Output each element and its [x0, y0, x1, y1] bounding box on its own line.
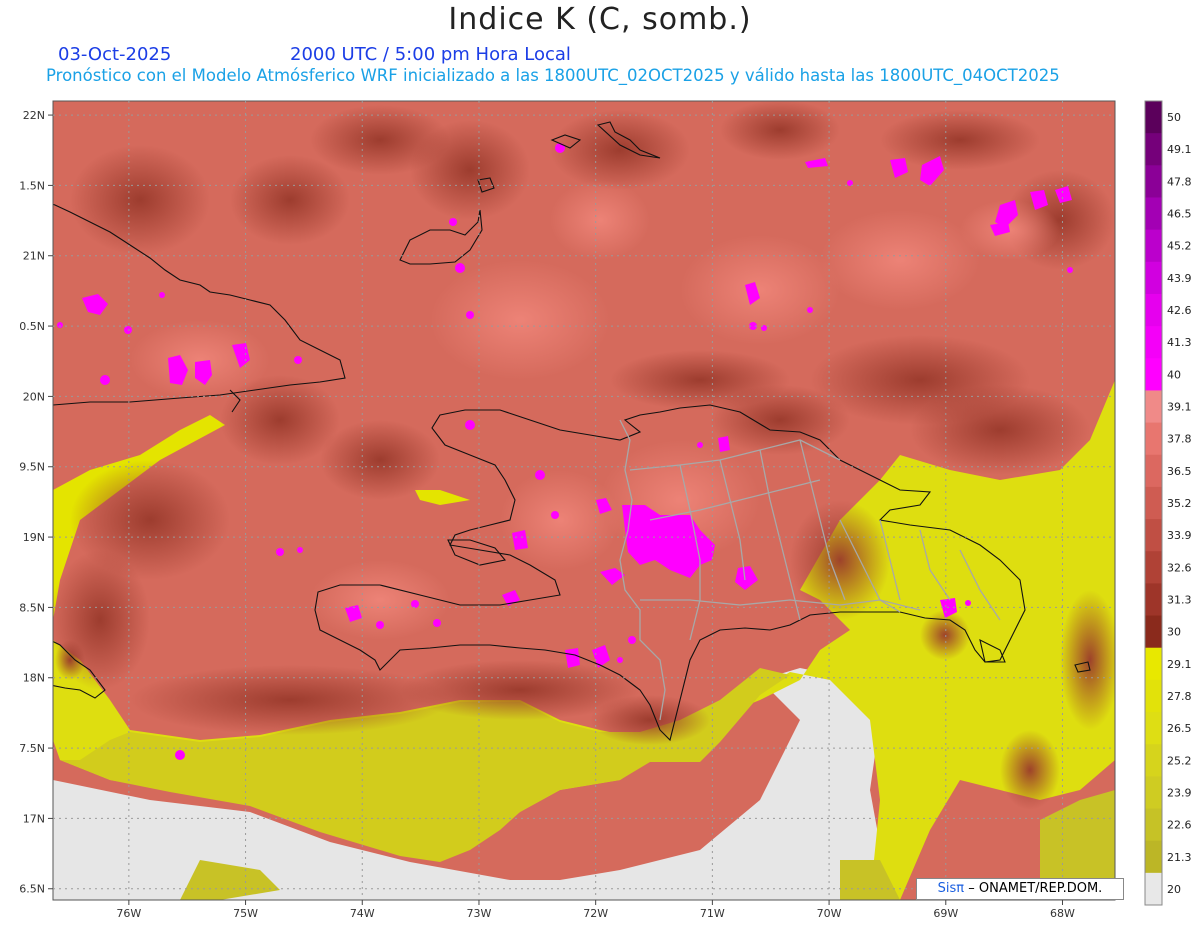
lat-tick-label: 9.5N	[19, 461, 45, 474]
colorbar-bin	[1145, 454, 1162, 488]
lon-tick-label: 70W	[817, 907, 842, 920]
colorbar-bin	[1145, 422, 1162, 456]
lat-tick-label: 1.5N	[19, 179, 45, 192]
lon-tick-label: 72W	[583, 907, 608, 920]
lon-tick-label: 74W	[350, 907, 375, 920]
map-figure: 76W 75W 74W 73W 72W 71W 70W 69W 68W 22N 1.5N 21N 0.…	[19, 100, 1192, 920]
colorbar-label: 27.8	[1167, 690, 1192, 703]
colorbar-label: 40	[1167, 368, 1181, 381]
lat-tick-label: 8.5N	[19, 601, 45, 614]
colorbar-bin	[1145, 261, 1162, 295]
latitude-labels: 22N 1.5N 21N 0.5N 20N 9.5N 19N 8.5N 18N 7.5N 17N 6.…	[19, 109, 53, 896]
lat-tick-label: 22N	[23, 109, 45, 122]
colorbar-label: 41.3	[1167, 336, 1192, 349]
colorbar-label: 21.3	[1167, 851, 1192, 864]
colorbar-bin	[1145, 551, 1162, 584]
colorbar-label: 25.2	[1167, 754, 1192, 767]
colorbar-bin	[1145, 101, 1162, 134]
sispi-logo: Sisπ	[937, 881, 965, 896]
colorbar-label: 50	[1167, 111, 1181, 124]
colorbar-bin	[1145, 486, 1162, 520]
lon-tick-label: 75W	[233, 907, 258, 920]
colorbar-label: 33.9	[1167, 529, 1192, 542]
lat-tick-label: 7.5N	[19, 742, 45, 755]
lon-tick-label: 68W	[1050, 907, 1075, 920]
lon-tick-label: 69W	[933, 907, 958, 920]
colorbar-bin	[1145, 133, 1162, 166]
colorbar-bin	[1145, 358, 1162, 391]
colorbar-bin	[1145, 229, 1162, 263]
colorbar-label: 43.9	[1167, 272, 1192, 285]
colorbar-bin	[1145, 615, 1162, 649]
lon-tick-label: 76W	[116, 907, 141, 920]
longitude-labels: 76W 75W 74W 73W 72W 71W 70W 69W 68W	[116, 900, 1075, 920]
credit-badge: Sisπ – ONAMET/REP.DOM.	[916, 878, 1124, 900]
colorbar-bin	[1145, 712, 1162, 745]
colorbar-label: 37.8	[1167, 433, 1192, 446]
colorbar-label: 23.9	[1167, 786, 1192, 799]
colorbar-bin	[1145, 647, 1162, 681]
k-index-field	[53, 101, 1115, 900]
colorbar-bin	[1145, 840, 1162, 874]
colorbar-bin	[1145, 390, 1162, 424]
colorbar-bin	[1145, 808, 1162, 842]
colorbar-bin	[1145, 293, 1162, 327]
colorbar-bin	[1145, 197, 1162, 231]
colorbar-label: 29.1	[1167, 658, 1192, 671]
lon-tick-label: 73W	[467, 907, 492, 920]
colorbar-bin	[1145, 872, 1162, 906]
colorbar-label: 42.6	[1167, 304, 1192, 317]
colorbar-bin	[1145, 165, 1162, 198]
colorbar-label: 32.6	[1167, 561, 1192, 574]
colorbar-label: 39.1	[1167, 401, 1192, 414]
lat-tick-label: 17N	[23, 812, 45, 825]
colorbar-label: 30	[1167, 626, 1181, 639]
colorbar-bin	[1145, 679, 1162, 713]
colorbar-label: 49.1	[1167, 143, 1192, 156]
lat-tick-label: 21N	[23, 250, 45, 263]
colorbar-label: 22.6	[1167, 819, 1192, 832]
colorbar-label: 45.2	[1167, 240, 1192, 253]
lat-tick-label: 18N	[23, 672, 45, 685]
colorbar-bin	[1145, 326, 1162, 359]
colorbar-bin	[1145, 583, 1162, 617]
colorbar-bin	[1145, 776, 1162, 810]
colorbar-label: 36.5	[1167, 465, 1192, 478]
colorbar: 50 49.1 47.8 46.5 45.2 43.9 42.6 41.3 40 39.1 37.8…	[1144, 100, 1192, 906]
lat-tick-label: 0.5N	[19, 320, 45, 333]
colorbar-label: 26.5	[1167, 722, 1192, 735]
lat-tick-label: 6.5N	[19, 883, 45, 896]
colorbar-bin	[1145, 519, 1162, 552]
credit-text: – ONAMET/REP.DOM.	[968, 881, 1103, 896]
colorbar-label: 35.2	[1167, 497, 1192, 510]
lon-tick-label: 71W	[700, 907, 725, 920]
lat-tick-label: 19N	[23, 531, 45, 544]
lat-tick-label: 20N	[23, 390, 45, 403]
colorbar-label: 47.8	[1167, 175, 1192, 188]
colorbar-label: 20	[1167, 883, 1181, 896]
colorbar-bin	[1145, 744, 1162, 777]
colorbar-label: 46.5	[1167, 208, 1192, 221]
colorbar-label: 31.3	[1167, 593, 1192, 606]
